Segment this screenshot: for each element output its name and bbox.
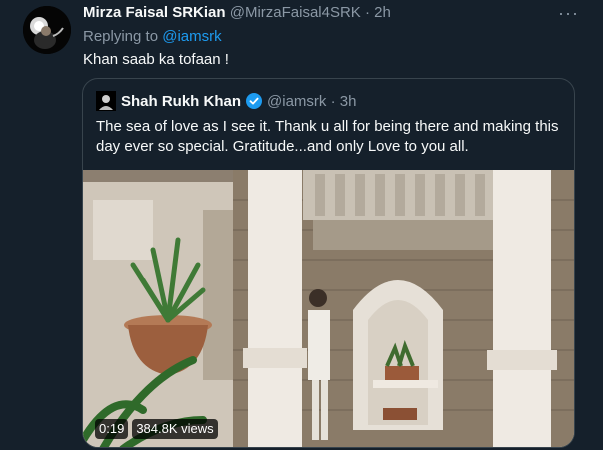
- replying-prefix: Replying to: [83, 28, 163, 45]
- tweet-header: Mirza Faisal SRKian @MirzaFaisal4SRK · 2…: [83, 4, 391, 21]
- replying-to: Replying to @iamsrk: [83, 28, 222, 45]
- reply-tweet[interactable]: Mirza Faisal SRKian @MirzaFaisal4SRK · 2…: [0, 0, 603, 450]
- replying-to-handle[interactable]: @iamsrk: [162, 28, 221, 45]
- video-duration: 0:19: [95, 419, 129, 439]
- quoted-author-handle-time[interactable]: @iamsrk · 3h: [267, 93, 356, 110]
- video-views: 384.8K views: [132, 419, 218, 439]
- video-thumbnail[interactable]: 0:19 384.8K views: [83, 170, 574, 447]
- quoted-tweet[interactable]: Shah Rukh Khan @iamsrk · 3h The sea of l…: [82, 78, 575, 448]
- tweet-text: Khan saab ka tofaan !: [83, 51, 229, 68]
- quoted-tweet-text: The sea of love as I see it. Thank u all…: [96, 118, 559, 155]
- quoted-author-name[interactable]: Shah Rukh Khan: [121, 93, 241, 110]
- user-avatar[interactable]: [23, 6, 71, 54]
- more-options-icon[interactable]: ···: [558, 3, 579, 24]
- author-name[interactable]: Mirza Faisal SRKian: [83, 4, 226, 21]
- quoted-tweet-header: Shah Rukh Khan @iamsrk · 3h: [96, 91, 356, 111]
- verified-badge-icon: [246, 93, 263, 109]
- balcony-scene-image: [83, 170, 574, 447]
- quoted-author-avatar[interactable]: [96, 91, 116, 111]
- author-handle-time[interactable]: @MirzaFaisal4SRK · 2h: [230, 4, 391, 21]
- video-info-badges: 0:19 384.8K views: [95, 419, 218, 439]
